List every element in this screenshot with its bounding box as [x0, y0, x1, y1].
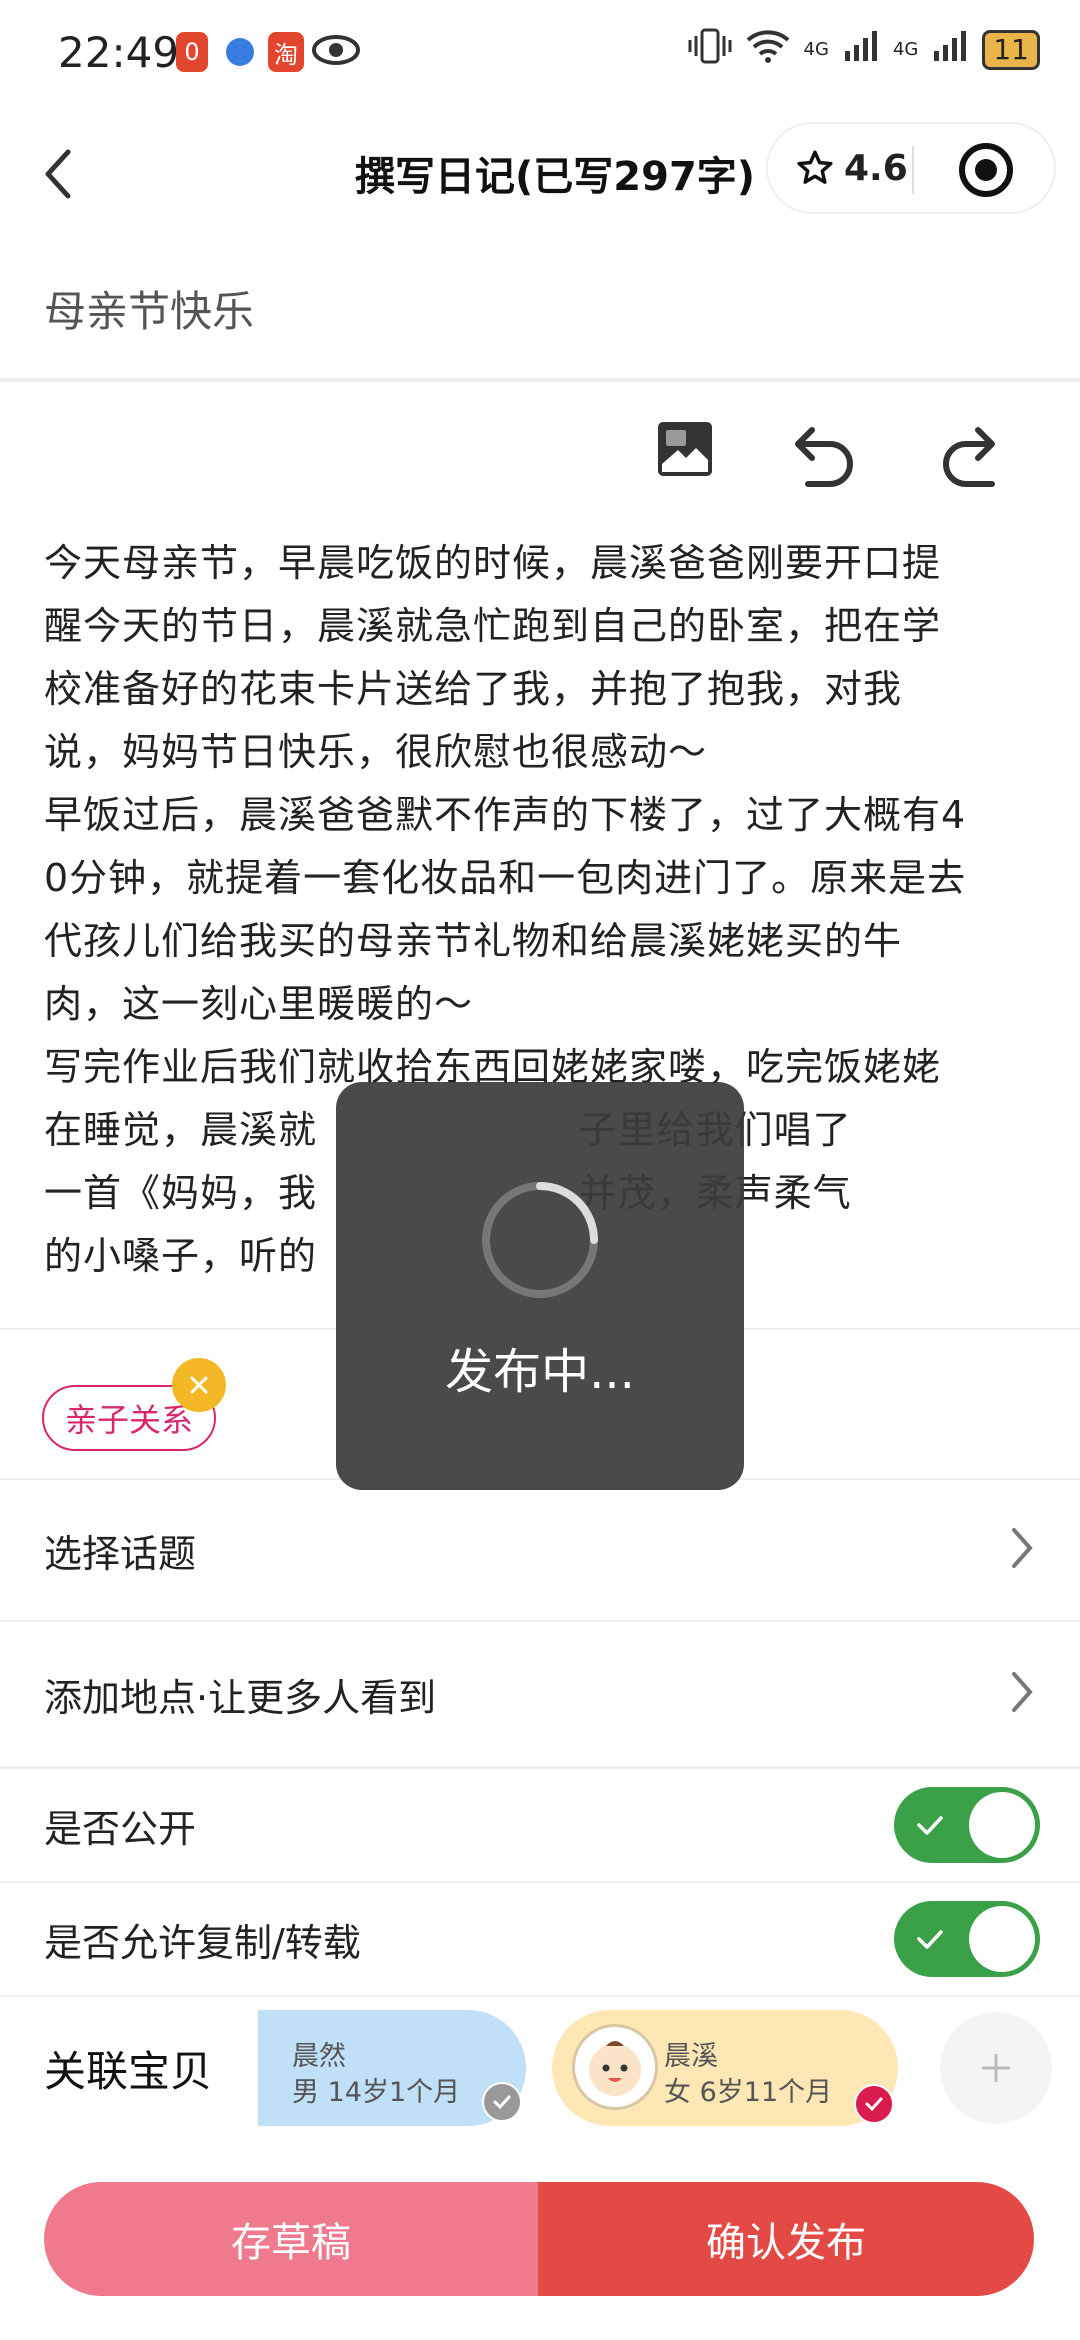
kid-card[interactable]: 晨溪 女 6岁11个月	[552, 2010, 898, 2126]
select-topic-label: 选择话题	[44, 1531, 197, 1576]
taobao-notification-icon: 淘	[268, 32, 304, 72]
content-line: 醒今天的节日，晨溪就急忙跑到自己的卧室，把在学	[44, 604, 942, 648]
divider	[0, 1995, 1080, 1997]
add-location-row[interactable]: 添加地点·让更多人看到	[0, 1622, 1080, 1766]
check-icon	[917, 1816, 943, 1835]
check-icon	[917, 1930, 943, 1949]
signal-1-label: 4G	[803, 39, 829, 60]
signal-1-icon	[843, 29, 879, 70]
status-bar: 22:49 0 淘 4G 4G 11	[0, 0, 1080, 110]
chevron-right-icon	[1008, 1526, 1036, 1574]
content-line: 0分钟，就提着一套化妆品和一包肉进门了。原来是去	[44, 856, 967, 900]
capsule-divider	[912, 146, 914, 194]
kid-card[interactable]: 晨然 男 14岁1个月	[258, 2010, 526, 2126]
add-kid-button[interactable]	[940, 2012, 1052, 2124]
select-topic-row[interactable]: 选择话题	[0, 1480, 1080, 1620]
signal-2-label: 4G	[892, 39, 919, 60]
public-label: 是否公开	[44, 1806, 197, 1851]
checked-badge-icon	[854, 2084, 894, 2124]
status-right: 4G 4G 11	[688, 28, 1040, 71]
unchecked-badge-icon	[482, 2082, 522, 2122]
redo-icon[interactable]	[934, 420, 1000, 490]
rating-value: 4.6	[844, 147, 908, 189]
allow-copy-row: 是否允许复制/转载	[0, 1883, 1080, 1995]
kid-name: 晨溪	[664, 2041, 718, 2072]
chevron-right-icon	[1008, 1670, 1036, 1718]
record-close-icon[interactable]	[958, 142, 1014, 202]
battery-icon: 11	[982, 29, 1040, 70]
baby-face-icon	[589, 2041, 641, 2096]
allow-copy-label: 是否允许复制/转载	[44, 1920, 361, 1965]
toggle-knob	[969, 1906, 1035, 1972]
signal-2-icon	[932, 29, 968, 70]
content-line: 说，妈妈节日快乐，很欣慰也很感动～	[44, 730, 708, 774]
diary-title-input[interactable]: 母亲节快乐	[44, 278, 254, 339]
rating-button[interactable]: 4.6	[796, 148, 908, 189]
wifi-icon	[746, 28, 790, 71]
mini-program-capsule: 4.6	[766, 122, 1056, 214]
toggle-knob	[969, 1792, 1035, 1858]
content-line: 代孩儿们给我买的母亲节礼物和给晨溪姥姥买的牛	[44, 919, 903, 963]
app-notification-icon: 0	[176, 32, 208, 72]
content-line: 肉，这一刻心里暖暖的～	[44, 982, 474, 1026]
image-icon[interactable]	[656, 420, 714, 490]
add-location-label: 添加地点·让更多人看到	[44, 1675, 437, 1720]
browser-notification-icon	[226, 38, 254, 66]
content-line: 早饭过后，晨溪爸爸默不作声的下楼了，过了大概有4	[44, 793, 967, 837]
star-icon	[797, 150, 833, 184]
content-line: 校准备好的花束卡片送给了我，并抱了抱我，对我	[44, 667, 903, 711]
content-line: 今天母亲节，早晨吃饭的时候，晨溪爸爸刚要开口提	[44, 541, 942, 585]
back-arrow-icon[interactable]	[38, 146, 82, 199]
status-time: 22:49	[58, 28, 180, 77]
publishing-toast: 发布中...	[336, 1082, 744, 1490]
undo-icon[interactable]	[790, 420, 856, 490]
header: 撰写日记(已写297字) 4.6	[0, 120, 1080, 220]
publishing-text: 发布中...	[445, 1344, 635, 1400]
confirm-publish-button[interactable]: 确认发布	[538, 2182, 1034, 2296]
vibrate-icon	[688, 28, 732, 71]
eye-icon	[312, 34, 360, 70]
divider	[0, 378, 1080, 382]
kid-info: 男 14岁1个月	[292, 2077, 461, 2108]
kid-avatar	[572, 2024, 658, 2110]
public-toggle[interactable]	[894, 1787, 1040, 1863]
allow-copy-toggle[interactable]	[894, 1901, 1040, 1977]
plus-icon	[982, 2054, 1010, 2082]
kid-name: 晨然	[292, 2041, 346, 2072]
loading-spinner-icon	[478, 1178, 602, 1306]
public-row: 是否公开	[0, 1769, 1080, 1881]
page-title: 撰写日记(已写297字)	[355, 154, 756, 200]
linked-kids-label: 关联宝贝	[44, 2047, 213, 2096]
save-draft-button[interactable]: 存草稿	[44, 2182, 538, 2296]
kid-info: 女 6岁11个月	[664, 2077, 833, 2108]
bottom-actions: 存草稿 确认发布	[44, 2182, 1034, 2296]
tag-remove-icon[interactable]	[172, 1358, 226, 1412]
